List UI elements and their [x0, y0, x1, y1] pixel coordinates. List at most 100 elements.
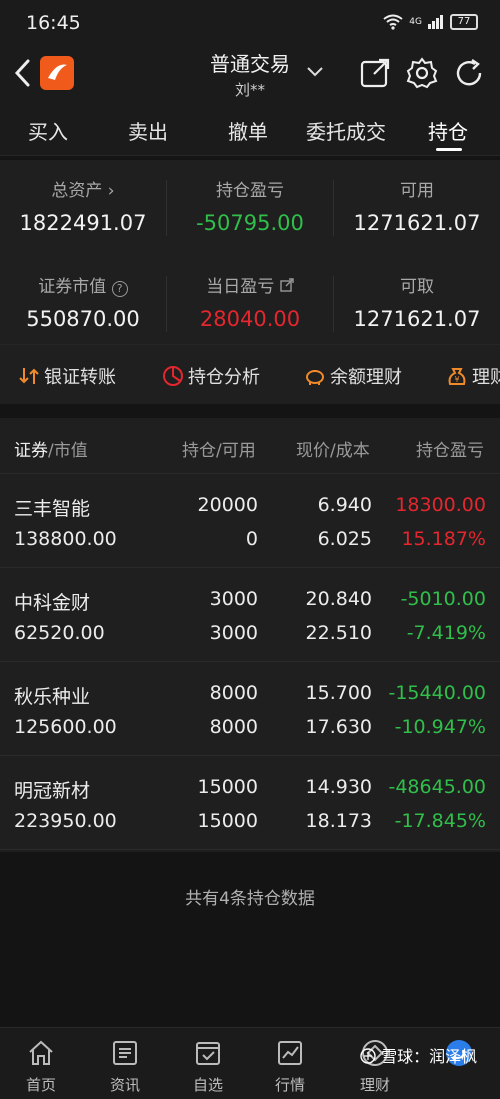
table-row[interactable]: 秋乐种业 125600.00 8000 8000 15.700 17.630 -… — [0, 662, 500, 756]
nav-market-label: 行情 — [274, 1076, 305, 1094]
finance-label: 理财 — [472, 367, 500, 388]
nav-news-label: 资讯 — [109, 1076, 140, 1094]
available-qty: 8000 — [209, 716, 258, 738]
nav-news[interactable]: 资讯 — [90, 1038, 160, 1095]
position-pl-pct: -17.845% — [394, 810, 486, 832]
network-label: 4G — [409, 17, 422, 27]
pie-chart-icon — [163, 366, 183, 386]
stock-name: 三丰智能 — [14, 498, 91, 520]
active-tab-indicator — [436, 148, 462, 151]
market-value: 138800.00 — [14, 528, 117, 550]
help-icon[interactable]: ? — [111, 281, 128, 297]
position-pl: 18300.00 — [395, 494, 486, 516]
section-gap — [0, 404, 500, 418]
signal-icon — [428, 15, 443, 29]
finance-button[interactable]: ¥ 理财 — [446, 363, 500, 389]
refresh-icon[interactable] — [452, 56, 486, 90]
stock-name: 秋乐种业 — [14, 686, 91, 708]
xueqiu-watermark: 雪球：润泽枫 — [360, 1043, 477, 1067]
table-header: 证券/市值 持仓/可用 现价/成本 持仓盈亏 — [0, 418, 500, 474]
status-bar: 16:45 4G 77 — [0, 0, 500, 44]
column-market-value-label: /市值 — [48, 441, 88, 461]
xueqiu-logo-icon — [360, 1048, 376, 1064]
position-pl: -15440.00 — [388, 682, 486, 704]
tab-buy[interactable]: 买入 — [28, 116, 68, 145]
external-link-icon[interactable] — [280, 278, 294, 292]
market-value-label: 证券市值 — [38, 277, 107, 297]
total-assets-label: 总资产 › — [51, 181, 115, 201]
transfer-icon — [19, 368, 39, 384]
market-value-cell: 证券市值 ? 550870.00 — [0, 272, 166, 331]
nav-watchlist[interactable]: 自选 — [173, 1038, 243, 1095]
position-pl-pct: 15.187% — [401, 528, 486, 550]
trade-tabs: 买入 卖出 撤单 委托成交 持仓 — [0, 102, 500, 156]
nav-finance-label: 理财 — [359, 1076, 390, 1094]
current-price: 15.700 — [305, 682, 372, 704]
gear-icon[interactable] — [405, 56, 439, 90]
current-price: 14.930 — [305, 776, 372, 798]
stock-name: 明冠新材 — [14, 780, 91, 802]
position-pl-pct: -10.947% — [394, 716, 486, 738]
daily-pl-cell: 当日盈亏 28040.00 — [167, 272, 333, 331]
broker-logo — [40, 56, 74, 90]
current-price: 6.940 — [317, 494, 372, 516]
home-icon — [29, 1040, 53, 1065]
cost-price: 22.510 — [305, 622, 372, 644]
cost-price: 6.025 — [317, 528, 372, 550]
position-qty: 3000 — [209, 588, 258, 610]
market-value-value: 550870.00 — [26, 307, 140, 331]
available-label: 可用 — [400, 181, 434, 201]
tab-positions[interactable]: 持仓 — [428, 116, 468, 145]
piggy-bank-icon — [306, 370, 324, 385]
column-position: 持仓/可用 — [182, 441, 256, 461]
daily-pl-label-wrap: 当日盈亏 — [167, 272, 333, 297]
bank-transfer-label: 银证转账 — [44, 367, 116, 388]
table-row[interactable]: 中科金财 62520.00 3000 3000 20.840 22.510 -5… — [0, 568, 500, 662]
tab-sell[interactable]: 卖出 — [128, 116, 168, 145]
position-qty: 8000 — [209, 682, 258, 704]
header: 普通交易 刘** — [0, 44, 500, 102]
money-bag-icon: ¥ — [448, 368, 466, 385]
column-price: 现价/成本 — [296, 441, 370, 461]
table-row[interactable]: 三丰智能 138800.00 20000 0 6.940 6.025 18300… — [0, 474, 500, 568]
daily-pl-value: 28040.00 — [199, 307, 301, 331]
quick-actions: 银证转账 持仓分析 余额理财 ¥ 理财 — [0, 344, 500, 404]
bank-transfer-button[interactable]: 银证转账 — [18, 363, 116, 389]
nav-market[interactable]: 行情 — [255, 1038, 325, 1095]
position-pl: -48645.00 — [388, 776, 486, 798]
watermark-text: 雪球：润泽枫 — [381, 1047, 478, 1066]
news-icon — [113, 1041, 137, 1065]
withdrawable-value: 1271621.07 — [353, 307, 481, 331]
battery-icon: 77 — [450, 14, 478, 30]
tab-orders[interactable]: 委托成交 — [306, 116, 386, 145]
column-security-label: 证券 — [14, 441, 48, 461]
available-value: 1271621.07 — [353, 211, 481, 235]
total-assets-value: 1822491.07 — [19, 211, 147, 235]
position-analysis-button[interactable]: 持仓分析 — [162, 363, 260, 389]
share-icon[interactable] — [358, 56, 392, 90]
available-qty: 15000 — [197, 810, 258, 832]
position-analysis-label: 持仓分析 — [188, 367, 260, 388]
back-icon[interactable] — [12, 58, 34, 88]
withdrawable-cell: 可取 1271621.07 — [334, 272, 500, 331]
positions-table: 证券/市值 持仓/可用 现价/成本 持仓盈亏 三丰智能 138800.00 20… — [0, 418, 500, 852]
nav-home[interactable]: 首页 — [6, 1038, 76, 1095]
table-row[interactable]: 明冠新材 223950.00 15000 15000 14.930 18.173… — [0, 756, 500, 850]
asset-summary: 总资产 › 1822491.07 持仓盈亏 -50795.00 可用 12716… — [0, 160, 500, 344]
chevron-down-icon[interactable] — [304, 60, 326, 82]
available-qty: 0 — [245, 528, 258, 550]
available-qty: 3000 — [209, 622, 258, 644]
positions-count: 共有4条持仓数据 — [185, 889, 315, 909]
position-qty: 20000 — [197, 494, 258, 516]
position-pl-cell: 持仓盈亏 -50795.00 — [167, 176, 333, 235]
market-value: 223950.00 — [14, 810, 117, 832]
cost-price: 18.173 — [305, 810, 372, 832]
checkbox-icon — [196, 1042, 220, 1065]
market-value-label-wrap: 证券市值 ? — [0, 272, 166, 297]
total-assets-cell[interactable]: 总资产 › 1822491.07 — [0, 176, 166, 235]
account-name: 刘** — [234, 81, 265, 99]
balance-finance-button[interactable]: 余额理财 — [304, 363, 402, 389]
nav-watchlist-label: 自选 — [192, 1076, 223, 1094]
daily-pl-label: 当日盈亏 — [206, 277, 275, 297]
tab-cancel[interactable]: 撤单 — [228, 116, 268, 145]
